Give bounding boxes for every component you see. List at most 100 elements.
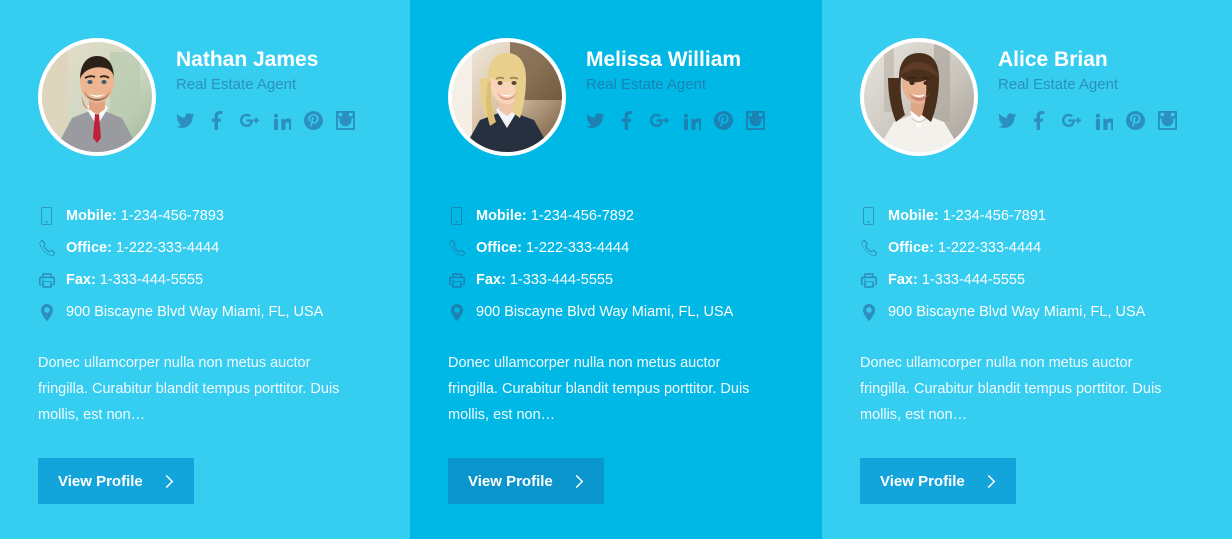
view-profile-button[interactable]: View Profile bbox=[448, 458, 604, 504]
mobile-value: Mobile: 1-234-456-7893 bbox=[66, 208, 224, 224]
office-number: 1-222-333-4444 bbox=[115, 240, 220, 256]
google-plus-icon[interactable] bbox=[1062, 111, 1081, 130]
contact-row-office: Office: 1-222-333-4444 bbox=[38, 232, 372, 264]
fax-label: Fax: bbox=[476, 272, 506, 288]
phone-icon bbox=[860, 240, 877, 256]
social-links bbox=[176, 111, 355, 130]
mobile-number: 1-234-456-7892 bbox=[530, 208, 634, 224]
address-value: 900 Biscayne Blvd Way Miami, FL, USA bbox=[888, 304, 1146, 320]
linkedin-icon[interactable] bbox=[682, 111, 701, 130]
contact-row-address: 900 Biscayne Blvd Way Miami, FL, USA bbox=[38, 296, 372, 328]
office-label: Office: bbox=[476, 240, 522, 256]
view-profile-button[interactable]: View Profile bbox=[860, 458, 1016, 504]
avatar-photo bbox=[864, 42, 974, 152]
pinterest-icon[interactable] bbox=[304, 111, 323, 130]
linkedin-icon[interactable] bbox=[272, 111, 291, 130]
facebook-icon[interactable] bbox=[1030, 111, 1049, 130]
avatar bbox=[860, 38, 978, 156]
facebook-icon[interactable] bbox=[208, 111, 227, 130]
contact-list: Mobile: 1-234-456-7891 Office: 1-222-333… bbox=[860, 200, 1194, 328]
agent-card: Alice Brian Real Estate Agent Mobile: 1-… bbox=[822, 0, 1232, 539]
fax-number: 1-333-444-5555 bbox=[99, 272, 204, 288]
contact-row-fax: Fax: 1-333-444-5555 bbox=[38, 264, 372, 296]
agent-role: Real Estate Agent bbox=[176, 76, 297, 94]
avatar-photo bbox=[42, 42, 152, 152]
office-label: Office: bbox=[66, 240, 112, 256]
agent-identity: Nathan James Real Estate Agent bbox=[176, 38, 355, 130]
mobile-icon bbox=[860, 207, 877, 225]
google-plus-icon[interactable] bbox=[650, 111, 669, 130]
agent-card-grid: Nathan James Real Estate Agent Mobile: 1… bbox=[0, 0, 1232, 539]
agent-header: Alice Brian Real Estate Agent bbox=[860, 38, 1194, 156]
fax-label: Fax: bbox=[888, 272, 918, 288]
contact-list: Mobile: 1-234-456-7893 Office: 1-222-333… bbox=[38, 200, 372, 328]
mobile-value: Mobile: 1-234-456-7891 bbox=[888, 208, 1046, 224]
view-profile-button[interactable]: View Profile bbox=[38, 458, 194, 504]
agent-identity: Alice Brian Real Estate Agent bbox=[998, 38, 1177, 130]
contact-row-address: 900 Biscayne Blvd Way Miami, FL, USA bbox=[448, 296, 784, 328]
twitter-icon[interactable] bbox=[176, 111, 195, 130]
fax-value: Fax: 1-333-444-5555 bbox=[476, 272, 613, 288]
linkedin-icon[interactable] bbox=[1094, 111, 1113, 130]
address-value: 900 Biscayne Blvd Way Miami, FL, USA bbox=[66, 304, 324, 320]
agent-name: Alice Brian bbox=[998, 48, 1108, 71]
chevron-right-icon bbox=[165, 475, 174, 488]
instagram-icon[interactable] bbox=[336, 111, 355, 130]
agent-name: Melissa William bbox=[586, 48, 742, 71]
agent-name: Nathan James bbox=[176, 48, 319, 71]
fax-number: 1-333-444-5555 bbox=[509, 272, 614, 288]
location-pin-icon bbox=[860, 304, 877, 321]
fax-icon bbox=[860, 273, 877, 288]
twitter-icon[interactable] bbox=[998, 111, 1017, 130]
mobile-number: 1-234-456-7893 bbox=[120, 208, 224, 224]
contact-row-mobile: Mobile: 1-234-456-7891 bbox=[860, 200, 1194, 232]
fax-icon bbox=[448, 273, 465, 288]
mobile-icon bbox=[38, 207, 55, 225]
office-number: 1-222-333-4444 bbox=[525, 240, 630, 256]
twitter-icon[interactable] bbox=[586, 111, 605, 130]
view-profile-label: View Profile bbox=[468, 472, 553, 490]
view-profile-label: View Profile bbox=[58, 472, 143, 490]
mobile-value: Mobile: 1-234-456-7892 bbox=[476, 208, 634, 224]
avatar bbox=[38, 38, 156, 156]
avatar bbox=[448, 38, 566, 156]
contact-row-fax: Fax: 1-333-444-5555 bbox=[860, 264, 1194, 296]
phone-icon bbox=[38, 240, 55, 256]
office-label: Office: bbox=[888, 240, 934, 256]
chevron-right-icon bbox=[575, 475, 584, 488]
mobile-number: 1-234-456-7891 bbox=[942, 208, 1046, 224]
pinterest-icon[interactable] bbox=[714, 111, 733, 130]
view-profile-label: View Profile bbox=[880, 472, 965, 490]
avatar-photo bbox=[452, 42, 562, 152]
agent-description: Donec ullamcorper nulla non metus auctor… bbox=[38, 355, 340, 423]
chevron-right-icon bbox=[987, 475, 996, 488]
mobile-icon bbox=[448, 207, 465, 225]
contact-row-fax: Fax: 1-333-444-5555 bbox=[448, 264, 784, 296]
contact-row-office: Office: 1-222-333-4444 bbox=[448, 232, 784, 264]
contact-row-office: Office: 1-222-333-4444 bbox=[860, 232, 1194, 264]
agent-role: Real Estate Agent bbox=[998, 76, 1119, 94]
instagram-icon[interactable] bbox=[1158, 111, 1177, 130]
pinterest-icon[interactable] bbox=[1126, 111, 1145, 130]
contact-row-address: 900 Biscayne Blvd Way Miami, FL, USA bbox=[860, 296, 1194, 328]
mobile-label: Mobile: bbox=[66, 208, 117, 224]
agent-description: Donec ullamcorper nulla non metus auctor… bbox=[860, 355, 1162, 423]
contact-row-mobile: Mobile: 1-234-456-7893 bbox=[38, 200, 372, 232]
location-pin-icon bbox=[38, 304, 55, 321]
agent-description: Donec ullamcorper nulla non metus auctor… bbox=[448, 355, 750, 423]
agent-role: Real Estate Agent bbox=[586, 76, 707, 94]
fax-value: Fax: 1-333-444-5555 bbox=[888, 272, 1025, 288]
social-links bbox=[586, 111, 765, 130]
google-plus-icon[interactable] bbox=[240, 111, 259, 130]
address-value: 900 Biscayne Blvd Way Miami, FL, USA bbox=[476, 304, 734, 320]
facebook-icon[interactable] bbox=[618, 111, 637, 130]
fax-icon bbox=[38, 273, 55, 288]
instagram-icon[interactable] bbox=[746, 111, 765, 130]
agent-header: Melissa William Real Estate Agent bbox=[448, 38, 784, 156]
office-number: 1-222-333-4444 bbox=[937, 240, 1042, 256]
mobile-label: Mobile: bbox=[888, 208, 939, 224]
fax-value: Fax: 1-333-444-5555 bbox=[66, 272, 203, 288]
location-pin-icon bbox=[448, 304, 465, 321]
contact-row-mobile: Mobile: 1-234-456-7892 bbox=[448, 200, 784, 232]
agent-card: Melissa William Real Estate Agent Mobile… bbox=[410, 0, 822, 539]
